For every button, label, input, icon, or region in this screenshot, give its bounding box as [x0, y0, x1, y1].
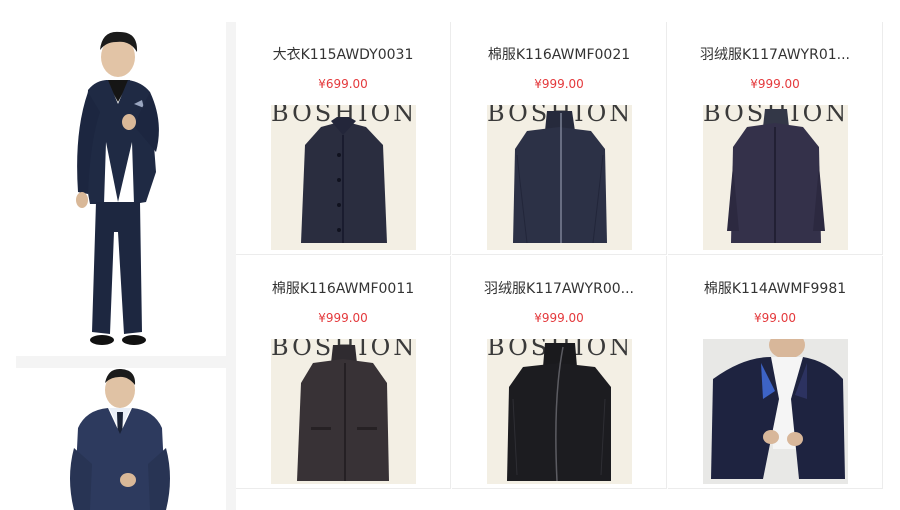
product-price: ¥999.00 — [750, 77, 800, 91]
down-jacket-image — [507, 343, 611, 482]
suit-model-full-image — [16, 22, 226, 356]
product-price: ¥99.00 — [754, 311, 796, 325]
product-card[interactable]: 棉服K116AWMF0021 ¥999.00 BOSHION — [452, 22, 667, 255]
product-card[interactable]: 棉服K116AWMF0011 ¥999.00 BOSHION — [236, 256, 451, 489]
long-coat-image — [297, 345, 389, 481]
product-price: ¥699.00 — [318, 77, 368, 91]
product-price: ¥999.00 — [318, 311, 368, 325]
product-price: ¥999.00 — [534, 77, 584, 91]
product-title[interactable]: 棉服K116AWMF0021 — [462, 44, 656, 64]
product-image[interactable] — [703, 339, 848, 484]
product-image[interactable]: BOSHION — [271, 105, 416, 250]
product-title[interactable]: 棉服K116AWMF0011 — [246, 278, 440, 298]
product-title[interactable]: 大衣K115AWDY0031 — [246, 44, 440, 64]
product-image[interactable]: BOSHION — [487, 339, 632, 484]
product-title[interactable]: 羽绒服K117AWYR01... — [678, 44, 872, 64]
suit-model-portrait-image — [16, 368, 226, 510]
product-card[interactable]: 羽绒服K117AWYR01... ¥999.00 BOSHION — [668, 22, 883, 255]
worn-jacket-image — [703, 339, 848, 484]
coat-image — [301, 117, 387, 243]
product-price: ¥999.00 — [534, 311, 584, 325]
zip-jacket-image — [513, 111, 607, 244]
product-image[interactable]: BOSHION — [271, 339, 416, 484]
product-image[interactable]: BOSHION — [487, 105, 632, 250]
promo-image-portrait-suit[interactable] — [16, 368, 226, 510]
product-grid: 大衣K115AWDY0031 ¥699.00 BOSHION 棉服K116AWM… — [236, 22, 884, 510]
product-title[interactable]: 羽绒服K117AWYR00... — [462, 278, 656, 298]
down-coat-image — [727, 109, 825, 243]
column-divider — [226, 22, 236, 510]
promo-column — [16, 22, 226, 510]
product-card[interactable]: 棉服K114AWMF9981 ¥99.00 — [668, 256, 883, 489]
product-card[interactable]: 大衣K115AWDY0031 ¥699.00 BOSHION — [236, 22, 451, 255]
product-image[interactable]: BOSHION — [703, 105, 848, 250]
promo-image-full-suit[interactable] — [16, 22, 226, 356]
product-card[interactable]: 羽绒服K117AWYR00... ¥999.00 BOSHION — [452, 256, 667, 489]
product-title[interactable]: 棉服K114AWMF9981 — [678, 278, 872, 298]
